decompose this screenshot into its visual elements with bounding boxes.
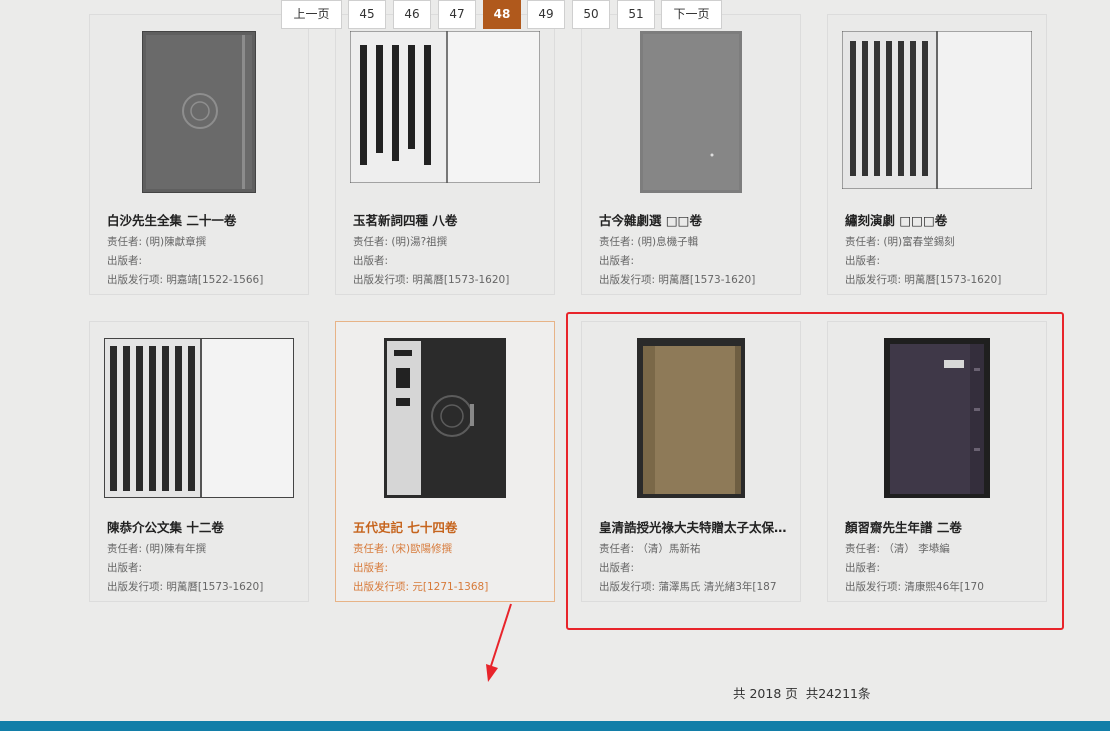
book-title[interactable]: 顏習齋先生年譜 二卷 <box>845 517 1034 536</box>
book-publication: 出版发行项: 明萬曆[1573-1620] <box>599 274 756 286</box>
book-publisher: 出版者: <box>353 562 389 574</box>
book-title[interactable]: 白沙先生全集 二十一卷 <box>107 210 296 229</box>
page-button-51[interactable]: 51 <box>617 0 655 29</box>
book-author: 责任者: （清）馬新祐 <box>599 543 701 555</box>
book-publication: 出版发行项: 清康熙46年[170 <box>845 581 984 593</box>
book-author: 责任者: (明)陳獻章撰 <box>107 236 207 248</box>
book-cover-image[interactable] <box>350 31 540 193</box>
book-card-active[interactable]: 五代史記 七十四卷 责任者: (宋)歐陽修撰 出版者: 出版发行项: 元[127… <box>335 321 555 602</box>
book-author: 责任者: (明)陳有年撰 <box>107 543 207 555</box>
book-title[interactable]: 玉茗新詞四種 八卷 <box>353 210 542 229</box>
book-card[interactable]: 玉茗新詞四種 八卷 责任者: (明)湯?祖撰 出版者: 出版发行项: 明萬曆[1… <box>335 14 555 295</box>
book-cover-image[interactable] <box>384 338 506 500</box>
book-card[interactable]: 陳恭介公文集 十二卷 责任者: (明)陳有年撰 出版者: 出版发行项: 明萬曆[… <box>89 321 309 602</box>
book-card[interactable]: 白沙先生全集 二十一卷 责任者: (明)陳獻章撰 出版者: 出版发行项: 明嘉靖… <box>89 14 309 295</box>
book-author: 责任者: （清） 李塨編 <box>845 543 950 555</box>
page-button-49[interactable]: 49 <box>527 0 565 29</box>
total-items-text: 共24211条 <box>805 686 871 701</box>
book-title[interactable]: 五代史記 七十四卷 <box>353 517 542 536</box>
book-card[interactable]: 皇清誥授光祿大夫特贈太子太保… 责任者: （清）馬新祐 出版者: 出版发行项: … <box>581 321 801 602</box>
book-publisher: 出版者: <box>353 255 389 267</box>
book-title[interactable]: 古今雜劇選 □□卷 <box>599 210 788 229</box>
book-card[interactable]: 繡刻演劇 □□□卷 责任者: (明)富春堂錫刻 出版者: 出版发行项: 明萬曆[… <box>827 14 1047 295</box>
book-publisher: 出版者: <box>599 255 635 267</box>
book-author: 责任者: (明)富春堂錫刻 <box>845 236 955 248</box>
book-cover-image[interactable] <box>142 31 256 193</box>
page-button-45[interactable]: 45 <box>348 0 386 29</box>
page-button-47[interactable]: 47 <box>438 0 476 29</box>
book-publisher: 出版者: <box>845 562 881 574</box>
book-publication: 出版发行项: 明嘉靖[1522-1566] <box>107 274 264 286</box>
book-cover-image[interactable] <box>640 31 742 193</box>
book-cover-image[interactable] <box>884 338 990 500</box>
book-cover-image[interactable] <box>104 338 294 500</box>
book-publisher: 出版者: <box>845 255 881 267</box>
book-publication: 出版发行项: 明萬曆[1573-1620] <box>353 274 510 286</box>
book-publisher: 出版者: <box>107 562 143 574</box>
page-button-48-current[interactable]: 48 <box>483 0 521 29</box>
book-author: 责任者: (宋)歐陽修撰 <box>353 543 453 555</box>
pagination-total: 共 2018 页 共24211条 <box>733 680 870 709</box>
book-title[interactable]: 繡刻演劇 □□□卷 <box>845 210 1034 229</box>
book-publication: 出版发行项: 明萬曆[1573-1620] <box>107 581 264 593</box>
book-title[interactable]: 陳恭介公文集 十二卷 <box>107 517 296 536</box>
book-publisher: 出版者: <box>107 255 143 267</box>
book-author: 责任者: (明)息機子輯 <box>599 236 699 248</box>
book-card[interactable]: 古今雜劇選 □□卷 责任者: (明)息機子輯 出版者: 出版发行项: 明萬曆[1… <box>581 14 801 295</box>
footer-bar <box>0 721 1110 731</box>
next-page-button[interactable]: 下一页 <box>661 0 722 29</box>
book-card[interactable]: 顏習齋先生年譜 二卷 责任者: （清） 李塨編 出版者: 出版发行项: 清康熙4… <box>827 321 1047 602</box>
book-author: 责任者: (明)湯?祖撰 <box>353 236 448 248</box>
prev-page-button[interactable]: 上一页 <box>281 0 342 29</box>
annotation-arrow-icon <box>486 603 512 682</box>
book-publication: 出版发行项: 明萬曆[1573-1620] <box>845 274 1002 286</box>
page-button-50[interactable]: 50 <box>572 0 610 29</box>
book-publication: 出版发行项: 蒲澤馬氏 清光緒3年[187 <box>599 581 777 593</box>
total-pages-text: 共 2018 页 <box>733 686 798 701</box>
page-button-46[interactable]: 46 <box>393 0 431 29</box>
book-publication: 出版发行项: 元[1271-1368] <box>353 581 489 593</box>
book-title[interactable]: 皇清誥授光祿大夫特贈太子太保… <box>599 517 788 536</box>
book-cover-image[interactable] <box>637 338 745 500</box>
book-publisher: 出版者: <box>599 562 635 574</box>
book-cover-image[interactable] <box>842 31 1032 193</box>
